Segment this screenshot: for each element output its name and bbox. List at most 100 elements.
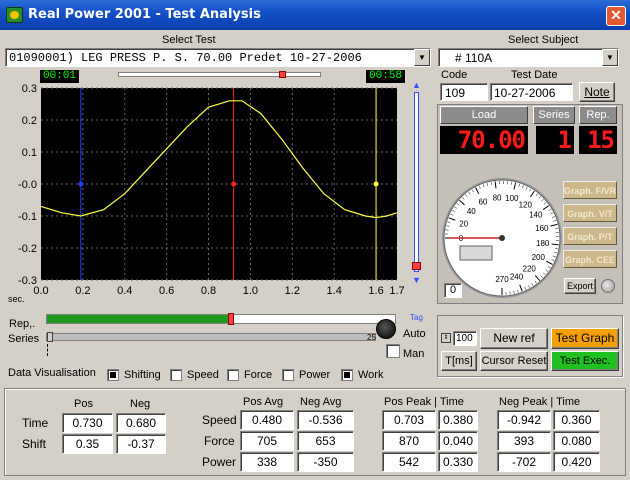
gauge-hub: [499, 235, 505, 241]
graph-fvr-button[interactable]: Graph. F/VR: [563, 181, 617, 199]
cursor-reset-button[interactable]: Cursor Reset: [480, 351, 548, 371]
force-row-label: Force: [204, 434, 235, 448]
force-neg-avg: 653: [297, 431, 354, 451]
rep-slider-label: Rep,.: [9, 318, 36, 330]
y-tick-label: 0.3: [22, 83, 37, 95]
gauge-tick-label: 220: [523, 265, 537, 274]
power-checkbox[interactable]: [282, 369, 294, 381]
power-neg-peak: -702: [497, 452, 551, 472]
vertical-scrollbar[interactable]: ▲ ▼: [410, 80, 424, 290]
test-date-label: Test Date: [511, 69, 558, 81]
select-subject-label: Select Subject: [508, 34, 579, 46]
man-label: Man: [403, 348, 425, 360]
graph-vt-button[interactable]: Graph. V/T: [563, 204, 617, 222]
x-tick-label: 0.2: [75, 285, 90, 297]
select-subject-value: # 110A: [455, 51, 493, 65]
y-tick-label: -0.2: [18, 243, 37, 255]
gauge-tick-label: 140: [529, 211, 543, 220]
scroll-thumb[interactable]: [412, 262, 421, 270]
series-slider-label: Series: [8, 333, 40, 345]
cursor-point-2: [231, 181, 237, 187]
manual-checkbox[interactable]: [386, 344, 400, 358]
note-button[interactable]: Note: [579, 82, 615, 102]
scroll-up-icon[interactable]: ▲: [412, 80, 422, 90]
gauge-tick-label: 240: [510, 272, 524, 281]
power-pos-avg: 338: [240, 452, 294, 472]
shifting-label: Shifting: [124, 369, 161, 381]
status-led-icon: [601, 279, 615, 293]
speed-pos-peak: 0.703: [382, 410, 436, 430]
power-neg-avg: -350: [297, 452, 354, 472]
export-button[interactable]: Export: [564, 278, 596, 294]
y-tick-label: 0.1: [22, 147, 37, 159]
new-ref-button[interactable]: New ref: [480, 328, 548, 349]
graph-pt-button[interactable]: Graph. P/T: [563, 227, 617, 245]
gauge-tick-label: 180: [536, 239, 550, 248]
neg-peak-label: Neg Peak | Time: [499, 396, 581, 408]
chevron-down-icon[interactable]: ▼: [602, 49, 618, 66]
x-tick-label: 1.6: [368, 285, 383, 297]
speed-option-label: Speed: [187, 369, 219, 381]
cursor-point-3: [373, 181, 379, 187]
graph-cee-button[interactable]: Graph. CEE: [563, 250, 617, 268]
pos-avg-label: Pos Avg: [243, 396, 284, 408]
time-range-thumb[interactable]: [279, 71, 286, 78]
speed-checkbox[interactable]: [170, 369, 182, 381]
select-test-dropdown[interactable]: 01090001) LEG PRESS P. S. 70.00 Predet 1…: [5, 48, 431, 67]
count-field[interactable]: 100: [453, 331, 477, 346]
rep-progress-bar[interactable]: [46, 313, 396, 325]
power-neg-time: 0.420: [553, 452, 600, 472]
test-graph-button[interactable]: Test Graph: [551, 328, 619, 349]
x-axis-label: sec.: [8, 294, 25, 304]
force-neg-peak: 393: [497, 431, 551, 451]
rep-label: Rep.: [579, 106, 617, 124]
spin-icon[interactable]: ⇕: [441, 333, 451, 343]
power-option-label: Power: [299, 369, 331, 381]
test-date-field[interactable]: 10-27-2006: [490, 83, 573, 101]
scroll-down-icon[interactable]: ▼: [412, 275, 422, 285]
power-pos-peak: 542: [382, 452, 436, 472]
select-test-label: Select Test: [162, 34, 216, 46]
close-button[interactable]: ✕: [606, 6, 626, 26]
time-pos-field: 0.730: [62, 413, 113, 433]
work-checkbox[interactable]: [341, 369, 353, 381]
data-visualisation-label: Data Visualisation: [8, 367, 96, 379]
time-neg-field: 0.680: [116, 413, 166, 433]
code-field[interactable]: 109: [440, 83, 488, 101]
select-test-value: 01090001) LEG PRESS P. S. 70.00 Predet 1…: [9, 51, 362, 65]
select-subject-dropdown[interactable]: # 110A ▼: [438, 48, 619, 67]
shifting-checkbox[interactable]: [107, 369, 119, 381]
force-checkbox[interactable]: [227, 369, 239, 381]
time-row-label: Time: [22, 416, 49, 430]
chevron-down-icon[interactable]: ▼: [414, 49, 430, 66]
series-slider-thumb[interactable]: [47, 332, 53, 342]
series-label: Series: [533, 106, 575, 124]
auto-label: Auto: [403, 328, 426, 340]
time-range-slider[interactable]: [118, 71, 321, 78]
test-exec-button[interactable]: Test Exec.: [551, 351, 619, 371]
title-bar: Real Power 2001 - Test Analysis ✕: [0, 0, 630, 30]
neg-col-label: Neg: [130, 398, 151, 410]
analysis-chart[interactable]: 0.30.20.1-0.0-0.1-0.2-0.30.0 0.2 0.4 0.6 0.8…: [0, 80, 420, 306]
y-tick-label: -0.1: [18, 211, 37, 223]
speed-row-label: Speed: [202, 413, 237, 427]
scroll-track[interactable]: [414, 92, 419, 272]
series-display: 1: [536, 126, 574, 154]
work-option-label: Work: [358, 369, 384, 381]
time-ms-button[interactable]: T[ms]: [441, 351, 477, 371]
y-tick-label: -0.0: [18, 179, 37, 191]
mode-knob-icon[interactable]: [376, 319, 396, 339]
rep-display: 15: [579, 126, 617, 154]
load-label: Load: [440, 106, 528, 124]
x-tick-label: 0.8: [201, 285, 216, 297]
shift-row-label: Shift: [22, 437, 47, 451]
speed-neg-peak: -0.942: [497, 410, 551, 430]
x-tick-label: 1.0: [243, 285, 258, 297]
rep-progress-thumb[interactable]: [228, 313, 235, 325]
gauge-counter: 0: [444, 283, 462, 298]
speed-pos-avg: 0.480: [240, 410, 294, 430]
series-slider[interactable]: [46, 332, 376, 342]
speed-gauge: 0 20 4060 80100120 140 160 180 200 220240270: [442, 178, 562, 298]
force-pos-time: 0.040: [438, 431, 478, 451]
gauge-tick-label: 40: [467, 207, 476, 216]
